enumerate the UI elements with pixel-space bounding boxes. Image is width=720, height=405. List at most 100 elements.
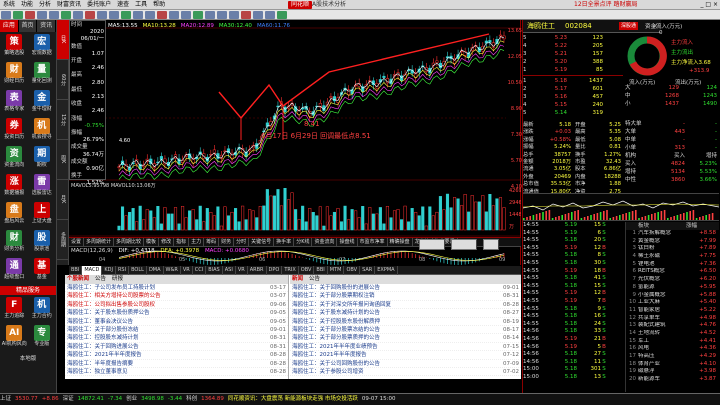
indicator-tab[interactable]: 筹码 — [204, 237, 220, 247]
news-tab[interactable]: 个股新闻 — [67, 275, 89, 284]
toolbar-icon[interactable] — [229, 11, 239, 19]
left-nav-tab[interactable]: 首页 — [18, 20, 38, 32]
indicator-button[interactable]: 指标设计 — [451, 239, 478, 250]
left-nav-tab[interactable]: 应用 — [0, 20, 19, 32]
toolbar-icon[interactable] — [61, 11, 71, 19]
news-item[interactable]: 海鸥住工：关于控股股东股份解质押 08-19 — [290, 318, 521, 326]
news-tab[interactable]: 公告 — [309, 275, 320, 284]
sub-indicator-tab[interactable]: OBV — [344, 265, 361, 275]
indicator-tab[interactable]: 模板 — [144, 237, 160, 247]
news-item[interactable]: 海鸥住工：关于股东减持计划的公告 08-27 — [290, 309, 521, 318]
toolbar-icon[interactable] — [181, 11, 191, 19]
news-title[interactable]: 海鸥住工：关于公司回购股份的公告 — [292, 360, 380, 367]
sub-indicator-tab[interactable]: TRIX — [282, 265, 299, 275]
news-item[interactable]: 海鸥住工：关于部分股票期权注销 08-31 — [290, 292, 521, 301]
indicator-tab[interactable]: 设置 — [69, 237, 85, 247]
news-title[interactable]: 海鸥住工：关于回购股份的进展公告 — [292, 284, 380, 291]
nav-app-button[interactable]: 资资金流向 — [1, 145, 28, 172]
news-title[interactable]: 海鸥住工：独立董事意见 — [67, 368, 128, 375]
news-title[interactable]: 海鸥住工：半年度报告摘要 — [67, 360, 133, 367]
toolbar-icon[interactable] — [121, 11, 131, 19]
news-tab[interactable]: 公告 — [95, 275, 106, 284]
period-tab[interactable]: 月K — [57, 180, 69, 220]
toolbar-icon[interactable] — [169, 11, 179, 19]
sector-row[interactable]: 9 小金属概念 +5.88 — [626, 292, 719, 300]
toolbar-icon[interactable] — [85, 11, 95, 19]
sub-indicator-tab[interactable]: ARBR — [248, 265, 267, 275]
sub-indicator-tab[interactable]: MTM — [328, 265, 345, 275]
indicator-tab[interactable]: 多周期比较 — [114, 237, 145, 247]
news-item[interactable]: 海鸥住工：关于回购进展公告 08-31 — [65, 343, 288, 352]
sector-row[interactable]: 18 体育产业 +4.10 — [626, 361, 719, 369]
indicator-tab[interactable]: 分K线 — [294, 237, 313, 247]
indicator-tab[interactable]: 精确操盘 — [388, 237, 413, 247]
news-item[interactable]: 海鸥住工：2021年半年度业绩预告 07-15 — [290, 343, 521, 352]
orderbook-row[interactable]: 4 5.15 240 — [523, 101, 623, 109]
orderbook-row[interactable]: 4 5.22 205 — [523, 42, 623, 50]
news-item[interactable]: 海鸥住工：公司拟出售参股公司股权 09-06 — [65, 301, 288, 310]
indicator-tab[interactable]: 主力 — [189, 237, 205, 247]
toolbar-icon[interactable] — [1, 11, 11, 19]
news-item[interactable]: 海鸥住工：关于部分股票冻结的公告 08-17 — [290, 326, 521, 335]
sub-indicator-tab[interactable]: DPO — [267, 265, 283, 275]
nav-app-button[interactable]: 策策略选股 — [1, 33, 28, 60]
sub-indicator-tab[interactable]: BIAS — [206, 265, 223, 275]
nav-app-button[interactable]: 金金牛理财 — [29, 89, 56, 116]
menu-item[interactable]: 帮助 — [150, 0, 168, 10]
nav-app-button[interactable]: 通超级盘口 — [1, 257, 28, 284]
menu-item[interactable]: 速查 — [114, 0, 132, 10]
nav-app-button[interactable]: 盘盘后风云 — [1, 201, 28, 228]
sector-row[interactable]: 12 共享单车 +4.98 — [626, 315, 719, 323]
sector-row[interactable]: 8 氢能源 +5.95 — [626, 284, 719, 292]
toolbar-icon[interactable] — [49, 11, 59, 19]
news-title[interactable]: 海鸥住工：2021年半年度业绩预告 — [292, 343, 378, 350]
news-title[interactable]: 海鸥住工：控股股东减持计划 — [67, 334, 139, 341]
news-title[interactable]: 海鸥住工：关于股东股份质押公告 — [67, 309, 150, 316]
nav-app-button[interactable]: 股股票池 — [29, 229, 56, 256]
news-title[interactable]: 海鸥住工：公司拟出售参股公司股权 — [67, 301, 155, 308]
kline-chart-svg[interactable]: 8.416月17日 6月29日 回调最低点8.514.60MAVOL5:9579… — [69, 20, 521, 265]
orderbook-row[interactable]: 5 5.14 319 — [523, 109, 623, 117]
window-controls[interactable]: _ □ × — [700, 0, 718, 10]
news-item[interactable]: 海鸥住工：关于部分股份冻结 09-01 — [65, 326, 288, 335]
nav-app-button[interactable]: 量量化回测 — [29, 61, 56, 88]
sector-row[interactable]: 11 智能家居 +5.22 — [626, 307, 719, 315]
menu-item[interactable]: 委托账户 — [84, 0, 114, 10]
indicator-tab[interactable]: 市盈市净率 — [358, 237, 388, 247]
sub-indicator-tab[interactable]: OBV — [299, 265, 315, 275]
news-title[interactable]: 海鸥住工：2021年半年度报告 — [67, 351, 142, 358]
news-item[interactable]: 海鸥住工：2021年半年度报告 07-12 — [290, 351, 521, 360]
indicator-tab[interactable]: 换手率 — [274, 237, 295, 247]
orderbook-row[interactable]: 2 5.20 388 — [523, 58, 623, 66]
toolbar-icon[interactable] — [13, 11, 23, 19]
sector-row[interactable]: 5 锂电池 +7.36 — [626, 261, 719, 269]
sector-row[interactable]: 19 磁悬浮 +3.98 — [626, 368, 719, 376]
news-item[interactable]: 海鸥住工：半年度报告摘要 08-28 — [65, 360, 288, 368]
news-title[interactable]: 海鸥住工：关于部分股票期权注销 — [292, 292, 375, 299]
indicator-tab[interactable]: 分时 — [234, 237, 250, 247]
news-item[interactable]: 海鸥住工：子公司发布员工持股计划 03-17 — [65, 284, 288, 293]
menu-item[interactable]: 财富资讯 — [54, 0, 84, 10]
nav-app-button[interactable]: AI AI机构风向 — [1, 324, 28, 351]
sub-indicator-tab[interactable]: KDJ — [102, 265, 116, 275]
sub-indicator-tab[interactable]: ASI — [223, 265, 236, 275]
sector-row[interactable]: 15 军工 +4.41 — [626, 338, 719, 346]
orderbook-row[interactable]: 2 5.17 601 — [523, 85, 623, 93]
toolbar-icon[interactable] — [217, 11, 227, 19]
sub-indicator-tab[interactable]: DMA — [147, 265, 164, 275]
news-item[interactable]: 海鸥住工：关于股东股份质押公告 09-05 — [65, 309, 288, 318]
news-item[interactable]: 海鸥住工：控股股东减持计划 08-31 — [65, 334, 288, 343]
nav-app-button[interactable]: 专专业版 — [29, 324, 56, 351]
sector-row[interactable]: 4 稀土永磁 +7.75 — [626, 253, 719, 261]
sector-row[interactable]: 14 土地流转 +4.52 — [626, 330, 719, 338]
news-item[interactable]: 海鸥住工：关于部分股票质押的公告 08-14 — [290, 334, 521, 343]
news-title[interactable]: 海鸥住工：关于控股股东股份解质押 — [292, 318, 380, 325]
toolbar-icon[interactable] — [157, 11, 167, 19]
nav-app-button[interactable]: 宏宏观数据 — [29, 33, 56, 60]
indicator-tab[interactable]: 关键信号 — [249, 237, 275, 247]
toolbar-icon[interactable] — [97, 11, 107, 19]
nav-app-button[interactable]: 基基金 — [29, 257, 56, 284]
menu-item[interactable]: 工具 — [132, 0, 150, 10]
sub-indicator-tab[interactable]: BBI — [69, 265, 83, 275]
orderbook-row[interactable]: 5 5.23 123 — [523, 34, 623, 42]
